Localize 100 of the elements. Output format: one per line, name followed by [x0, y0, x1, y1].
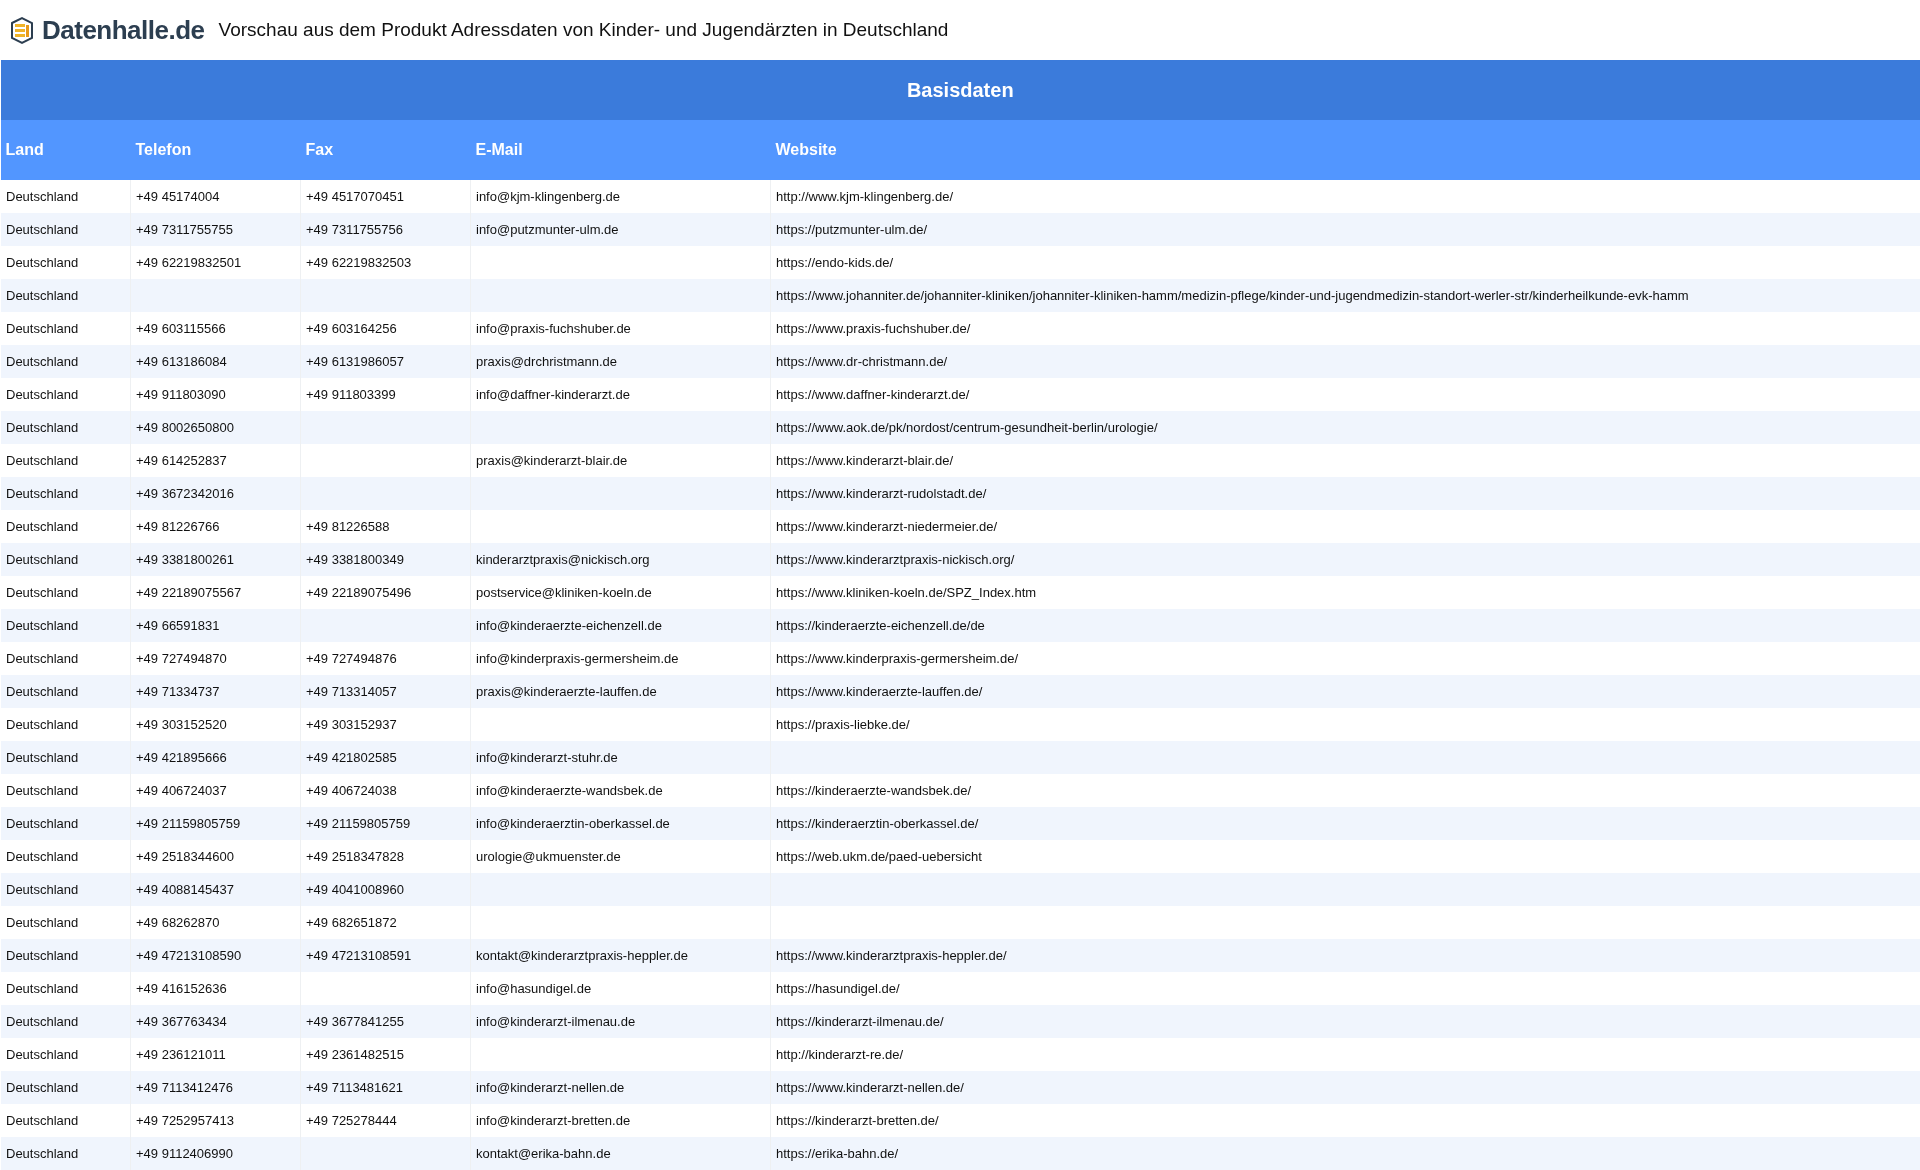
table-cell: Deutschland [6, 189, 79, 204]
table-cell: +49 3672342016 [136, 486, 234, 501]
table-cell: Deutschland [6, 255, 79, 270]
table-cell: kinderarztpraxis@nickisch.org [476, 552, 650, 567]
table-cell: https://www.dr-christmann.de/ [776, 354, 948, 369]
table-cell: +49 45174004 [136, 189, 220, 204]
table-cell: https://www.praxis-fuchshuber.de/ [776, 321, 971, 336]
table-cell: Deutschland [6, 222, 79, 237]
table-cell: Deutschland [6, 420, 79, 435]
table-cell: Deutschland [6, 1014, 79, 1029]
table-cell: https://hasundigel.de/ [776, 981, 900, 996]
column-header: E-Mail [470, 120, 771, 180]
table-cell: Deutschland [6, 783, 79, 798]
table-cell: https://praxis-liebke.de/ [776, 717, 910, 732]
table-cell: +49 9112406990 [136, 1146, 233, 1161]
table-cell: +49 725278444 [306, 1113, 397, 1128]
table-cell: info@kinderarzt-nellen.de [476, 1080, 625, 1095]
table-cell: praxis@kinderaerzte-lauffen.de [476, 684, 657, 699]
table-cell: https://www.kinderarzt-niedermeier.de/ [776, 519, 998, 534]
column-header: Land [0, 120, 131, 180]
table-cell: +49 4041008960 [306, 882, 404, 897]
logo-wordmark[interactable]: Datenhalle.de [42, 14, 205, 46]
table-cell: https://kinderaerzte-wandsbek.de/ [776, 783, 972, 798]
table-cell: +49 68262870 [136, 915, 220, 930]
table-cell: +49 66591831 [136, 618, 220, 633]
table-cell: https://www.kinderarzt-blair.de/ [776, 453, 954, 468]
table-cell: https://www.daffner-kinderarzt.de/ [776, 387, 970, 402]
table-cell: Deutschland [6, 882, 79, 897]
table-cell: https://www.kinderarzt-rudolstadt.de/ [776, 486, 987, 501]
column-header: Website [770, 120, 1920, 180]
table-cell: https://kinderaerztin-oberkassel.de/ [776, 816, 979, 831]
table-cell: +49 7252957413 [136, 1113, 234, 1128]
table-cell: info@kinderarzt-bretten.de [476, 1113, 631, 1128]
table-cell: Deutschland [6, 684, 79, 699]
table-cell: Deutschland [6, 519, 79, 534]
table-cell: +49 236121011 [136, 1047, 226, 1062]
table-cell: info@praxis-fuchshuber.de [476, 321, 631, 336]
table-cell: +49 421895666 [136, 750, 227, 765]
table-cell: +49 614252837 [136, 453, 227, 468]
table-cell: Deutschland [6, 1080, 79, 1095]
table-cell: Deutschland [6, 1113, 79, 1128]
table-cell: +49 367763434 [136, 1014, 227, 1029]
table-cell: +49 911803090 [136, 387, 226, 402]
table-cell: +49 3677841255 [306, 1014, 404, 1029]
table-cell: +49 4517070451 [306, 189, 404, 204]
table-cell: +49 71334737 [136, 684, 220, 699]
table-cell: +49 2518344600 [136, 849, 234, 864]
table-cell: Deutschland [6, 651, 79, 666]
table-cell: +49 7311755756 [306, 222, 403, 237]
table-cell: +49 7113481621 [306, 1080, 403, 1095]
table-cell: info@kinderarzt-stuhr.de [476, 750, 618, 765]
table-cell: https://kinderarzt-bretten.de/ [776, 1113, 939, 1128]
table-cell: Deutschland [6, 453, 79, 468]
table-cell: https://web.ukm.de/paed-uebersicht [776, 849, 982, 864]
table-cell: Deutschland [6, 387, 79, 402]
table-cell: +49 911803399 [306, 387, 396, 402]
table-cell: +49 406724037 [136, 783, 227, 798]
table-cell: kontakt@erika-bahn.de [476, 1146, 611, 1161]
table-cell: Deutschland [6, 486, 79, 501]
table-cell: Deutschland [6, 1146, 79, 1161]
table-cell: Deutschland [6, 816, 79, 831]
table-cell: +49 406724038 [306, 783, 397, 798]
table-cell: https://www.kinderaerzte-lauffen.de/ [776, 684, 983, 699]
table-cell: +49 22189075567 [136, 585, 242, 600]
table-cell: +49 8002650800 [136, 420, 234, 435]
table-cell: Deutschland [6, 915, 79, 930]
table-cell: info@kinderpraxis-germersheim.de [476, 651, 679, 666]
table-cell: Deutschland [6, 750, 79, 765]
table-cell: http://www.kjm-klingenberg.de/ [776, 189, 954, 204]
table-cell: Deutschland [6, 948, 79, 963]
table-cell: Deutschland [6, 981, 79, 996]
table-cell: +49 6131986057 [306, 354, 404, 369]
table-cell: info@kinderaerztin-oberkassel.de [476, 816, 670, 831]
table-cell: urologie@ukmuenster.de [476, 849, 621, 864]
table-cell: +49 303152937 [306, 717, 397, 732]
table-cell: http://kinderarzt-re.de/ [776, 1047, 904, 1062]
table-cell: info@hasundigel.de [476, 981, 592, 996]
page-title: Vorschau aus dem Produkt Adressdaten von Kinder- und Jugendärzten in Deutschland [218, 19, 949, 41]
table-cell: +49 81226766 [136, 519, 220, 534]
table-cell: +49 47213108590 [136, 948, 242, 963]
table-cell: Deutschland [6, 552, 79, 567]
table-cell: https://erika-bahn.de/ [776, 1146, 899, 1161]
table-cell: kontakt@kinderarztpraxis-heppler.de [476, 948, 688, 963]
table-cell: +49 713314057 [306, 684, 397, 699]
table-cell: +49 3381800349 [306, 552, 404, 567]
table-cell: +49 62219832503 [306, 255, 412, 270]
table-cell: https://kinderarzt-ilmenau.de/ [776, 1014, 944, 1029]
table-cell: https://www.kinderarzt-nellen.de/ [776, 1080, 964, 1095]
table-cell: +49 727494870 [136, 651, 227, 666]
table-cell: +49 3381800261 [136, 552, 234, 567]
table-cell: +49 7311755755 [136, 222, 233, 237]
table-cell: Deutschland [6, 618, 79, 633]
table-cell: Deutschland [6, 354, 79, 369]
table-cell: https://www.johanniter.de/johanniter-kliniken/johanniter-kliniken-hamm/medizin-pflege/kinder-und-jugendmedizin-standort-werler-str/kinderheilkunde-evk-hamm [776, 288, 1689, 303]
table-cell: info@kinderarzt-ilmenau.de [476, 1014, 636, 1029]
table-cell: Deutschland [6, 585, 79, 600]
table-cell: +49 303152520 [136, 717, 227, 732]
table-cell: https://www.kinderarztpraxis-heppler.de/ [776, 948, 1007, 963]
table-cell: +49 603164256 [306, 321, 397, 336]
table-cell: +49 682651872 [306, 915, 397, 930]
